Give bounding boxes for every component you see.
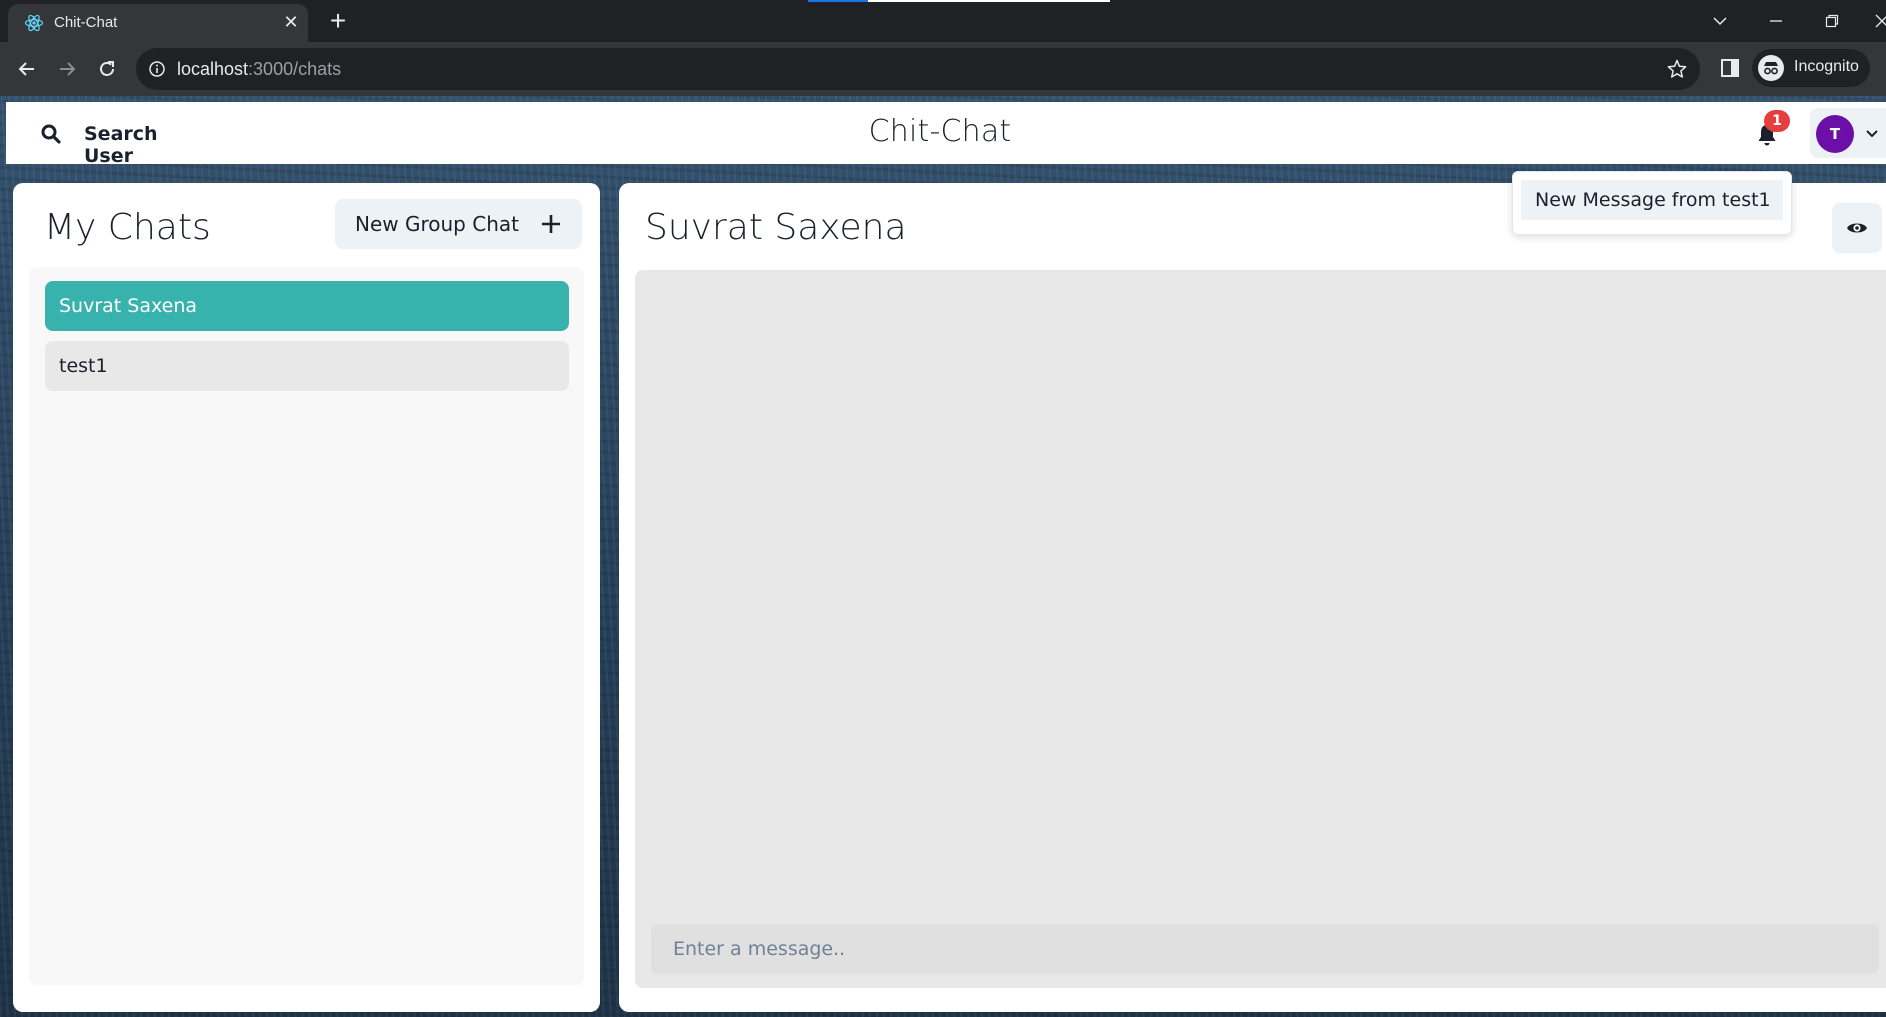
chat-title: Suvrat Saxena	[645, 207, 907, 248]
view-profile-button[interactable]	[1832, 203, 1882, 253]
chevron-down-icon	[1864, 126, 1880, 140]
url-path: :3000/chats	[248, 59, 342, 79]
chat-name: test1	[59, 355, 108, 377]
react-icon	[24, 13, 44, 33]
incognito-icon	[1758, 55, 1784, 81]
browser-tab-strip: Chit-Chat ✕ +	[0, 0, 1886, 42]
my-chats-panel: My Chats New Group Chat Suvrat Saxena te…	[13, 183, 600, 1012]
notification-text: New Message from test1	[1535, 189, 1771, 211]
address-bar[interactable]: localhost:3000/chats	[136, 48, 1700, 90]
page-viewport: Search User Chit-Chat 1 T My Chats New G…	[0, 96, 1886, 1017]
new-group-chat-label: New Group Chat	[355, 212, 519, 236]
eye-icon	[1846, 218, 1868, 238]
close-icon[interactable]: ✕	[280, 12, 302, 34]
notification-badge: 1	[1764, 110, 1790, 132]
side-panel-button[interactable]	[1718, 56, 1742, 80]
arrow-left-icon	[18, 62, 34, 76]
reload-button[interactable]	[92, 54, 122, 84]
side-panel-icon	[1721, 59, 1739, 77]
notification-item[interactable]: New Message from test1	[1521, 180, 1783, 220]
app-title: Chit-Chat	[868, 114, 1012, 149]
url-text: localhost:3000/chats	[177, 59, 341, 80]
new-group-chat-button[interactable]: New Group Chat	[335, 199, 582, 249]
incognito-profile-button[interactable]: Incognito	[1752, 49, 1870, 87]
minimize-icon	[1770, 20, 1782, 22]
chat-list-item[interactable]: Suvrat Saxena	[45, 281, 569, 331]
restore-icon	[1825, 14, 1839, 28]
notification-menu: New Message from test1	[1512, 171, 1792, 235]
chat-list-item[interactable]: test1	[45, 341, 569, 391]
arrow-right-icon	[60, 62, 76, 76]
browser-toolbar: localhost:3000/chats Incognito	[0, 42, 1886, 96]
info-icon[interactable]	[148, 60, 166, 78]
message-area	[635, 270, 1886, 988]
chat-list: Suvrat Saxena test1	[29, 267, 584, 985]
profile-menu-button[interactable]: T	[1810, 108, 1886, 158]
url-host: localhost	[177, 59, 249, 79]
app-header: Search User Chit-Chat 1 T	[6, 102, 1886, 167]
plus-icon	[539, 212, 563, 236]
close-icon	[1875, 14, 1886, 28]
incognito-label: Incognito	[1794, 58, 1859, 75]
new-tab-button[interactable]: +	[322, 6, 354, 38]
reload-icon	[100, 61, 114, 76]
chat-name: Suvrat Saxena	[59, 295, 198, 317]
message-input[interactable]	[651, 924, 1879, 974]
loading-indicator-track	[868, 0, 1110, 2]
restore-button[interactable]	[1812, 6, 1852, 36]
forward-button[interactable]	[52, 54, 82, 84]
tab-title: Chit-Chat	[54, 14, 118, 31]
browser-tab[interactable]: Chit-Chat ✕	[8, 4, 308, 42]
back-button[interactable]	[12, 54, 42, 84]
avatar: T	[1816, 115, 1854, 153]
tab-search-button[interactable]	[1700, 6, 1740, 36]
star-icon[interactable]	[1666, 58, 1688, 80]
loading-indicator	[808, 0, 868, 2]
close-window-button[interactable]	[1862, 6, 1886, 36]
chat-panel: Suvrat Saxena	[619, 183, 1886, 1012]
my-chats-title: My Chats	[44, 207, 211, 248]
minimize-button[interactable]	[1756, 6, 1796, 36]
chevron-down-icon	[1713, 17, 1727, 26]
